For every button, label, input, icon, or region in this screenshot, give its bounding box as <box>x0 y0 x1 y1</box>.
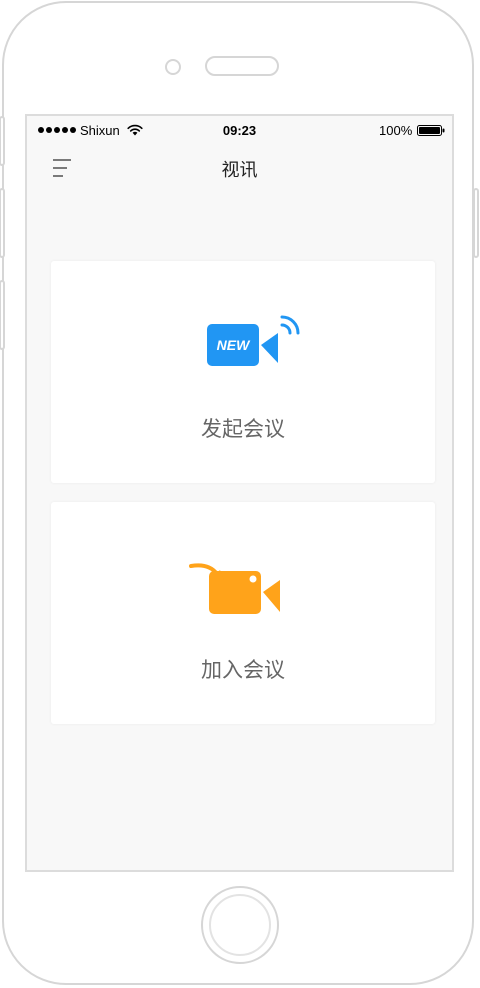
join-meeting-label: 加入会议 <box>201 658 285 682</box>
screen: Shixun 09:23 100% 视讯 NEW 发起会议 加入会议 <box>25 114 454 872</box>
status-bar: Shixun 09:23 100% <box>27 116 452 146</box>
battery-percent: 100% <box>379 123 413 138</box>
nav-bar: 视讯 <box>27 146 452 190</box>
volume-up-button <box>0 188 5 258</box>
home-button[interactable] <box>201 886 279 964</box>
join-meeting-camera-icon <box>189 563 280 614</box>
mute-switch <box>0 116 5 166</box>
start-meeting-card[interactable]: NEW 发起会议 <box>51 261 435 483</box>
join-meeting-card[interactable]: 加入会议 <box>51 502 435 724</box>
page-title: 视讯 <box>221 160 258 181</box>
home-button-ring <box>209 894 271 956</box>
new-badge-text: NEW <box>217 337 251 353</box>
new-meeting-camera-icon: NEW <box>207 315 300 366</box>
power-button <box>473 188 479 258</box>
start-meeting-label: 发起会议 <box>201 417 285 441</box>
earpiece-speaker <box>205 56 279 76</box>
battery-icon <box>417 125 445 136</box>
front-camera <box>165 59 181 75</box>
volume-down-button <box>0 280 5 350</box>
